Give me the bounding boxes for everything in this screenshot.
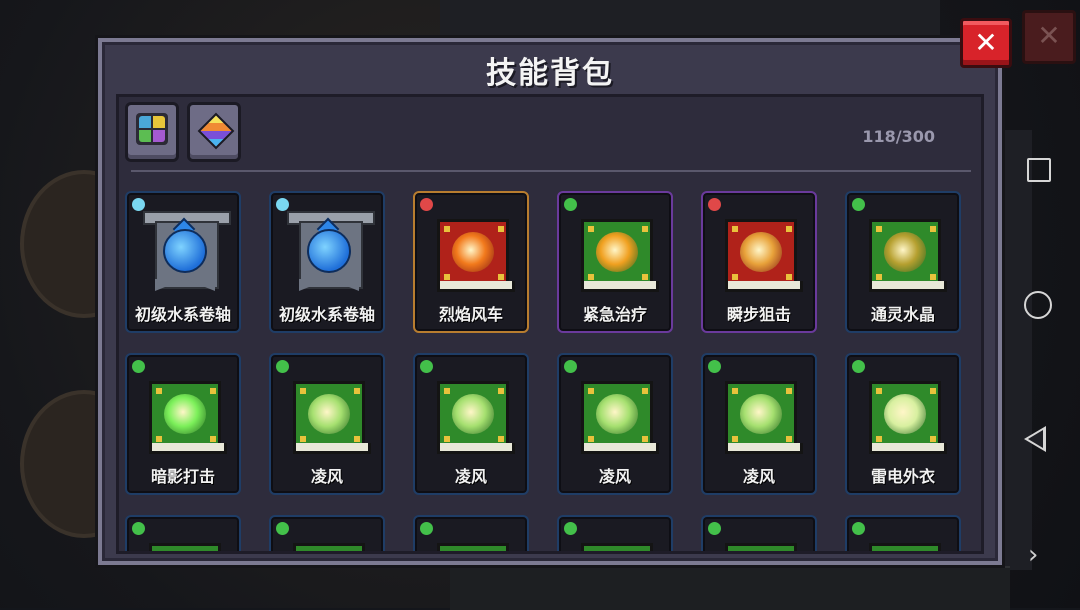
- back-icon[interactable]: [1024, 426, 1046, 452]
- skill-card[interactable]: [845, 515, 961, 551]
- skill-book-icon: [581, 373, 659, 454]
- grid-icon: [136, 113, 168, 145]
- skill-name: 烈焰风车: [438, 305, 503, 324]
- skill-card[interactable]: [269, 515, 385, 551]
- skill-book-icon: [581, 543, 653, 551]
- skill-book-icon: [149, 373, 227, 454]
- skill-card[interactable]: 雷电外衣: [845, 353, 961, 495]
- skill-book-icon: [725, 543, 797, 551]
- rarity-badge-icon: [562, 196, 579, 213]
- skill-book-icon: [293, 373, 371, 454]
- rarity-badge-icon: [130, 358, 147, 375]
- skill-book-icon: [437, 211, 515, 292]
- skill-name: 暗影打击: [150, 467, 215, 486]
- skill-list-area: 118/300 初级水系卷轴 初级水系卷轴 烈焰风车 紧急治疗 瞬步狙击 通灵水晶暗影打击…: [116, 94, 984, 554]
- skill-card[interactable]: 紧急治疗: [557, 191, 673, 333]
- rarity-badge-icon: [706, 520, 723, 537]
- skill-card[interactable]: 初级水系卷轴: [125, 191, 241, 333]
- skill-name: 瞬步狙击: [726, 305, 791, 324]
- skill-card[interactable]: [125, 515, 241, 551]
- background-close-button: ✕: [1022, 10, 1076, 64]
- skill-name: 初级水系卷轴: [134, 305, 231, 324]
- rarity-badge-icon: [562, 358, 579, 375]
- skill-name: 凌风: [454, 467, 487, 486]
- recent-apps-icon[interactable]: [1027, 158, 1051, 182]
- skill-bag-panel: 技能背包 118/300 初级水系卷轴 初级水系卷轴 烈焰风车 紧急治疗 瞬步狙击 通灵水…: [98, 38, 1002, 565]
- skill-card[interactable]: 凌风: [557, 353, 673, 495]
- skill-book-icon: [725, 373, 803, 454]
- skill-card[interactable]: 凌风: [701, 353, 817, 495]
- skill-card[interactable]: [557, 515, 673, 551]
- skill-book-icon: [581, 211, 659, 292]
- background-resource-bar: [440, 0, 940, 38]
- skill-name: 初级水系卷轴: [278, 305, 375, 324]
- skill-book-icon: [869, 543, 941, 551]
- rarity-badge-icon: [274, 520, 291, 537]
- home-icon[interactable]: [1024, 291, 1052, 319]
- rarity-badge-icon: [418, 196, 435, 213]
- rarity-filter-button[interactable]: [187, 102, 241, 162]
- skill-book-icon: [437, 543, 509, 551]
- gem-icon: [197, 112, 235, 150]
- skill-book-icon: [869, 373, 947, 454]
- rarity-badge-icon: [706, 196, 723, 213]
- skill-card[interactable]: [413, 515, 529, 551]
- close-button[interactable]: ✕: [960, 18, 1012, 68]
- skill-name: 雷电外衣: [870, 467, 935, 486]
- skill-book-icon: [437, 373, 515, 454]
- skill-card[interactable]: [701, 515, 817, 551]
- water-scroll-icon: [143, 211, 231, 291]
- bag-capacity: 118/300: [862, 127, 935, 146]
- skill-card[interactable]: 通灵水晶: [845, 191, 961, 333]
- category-filter-button[interactable]: [125, 102, 179, 162]
- background-side-panel: [1000, 130, 1032, 570]
- close-icon: ✕: [974, 26, 998, 59]
- skill-card[interactable]: 凌风: [413, 353, 529, 495]
- skill-card[interactable]: 凌风: [269, 353, 385, 495]
- chevron-right-icon[interactable]: ›: [1028, 540, 1038, 570]
- background-bottom-bar: [450, 566, 1010, 610]
- rarity-badge-icon: [418, 358, 435, 375]
- skill-name: 凌风: [310, 467, 343, 486]
- skill-card[interactable]: 初级水系卷轴: [269, 191, 385, 333]
- skill-name: 紧急治疗: [582, 305, 647, 324]
- skill-name: 凌风: [598, 467, 631, 486]
- divider: [131, 170, 971, 172]
- skill-book-icon: [725, 211, 803, 292]
- water-scroll-icon: [287, 211, 375, 291]
- skill-name: 凌风: [742, 467, 775, 486]
- skill-book-icon: [869, 211, 947, 292]
- rarity-badge-icon: [274, 358, 291, 375]
- rarity-badge-icon: [850, 520, 867, 537]
- rarity-badge-icon: [850, 358, 867, 375]
- rarity-badge-icon: [706, 358, 723, 375]
- rarity-badge-icon: [850, 196, 867, 213]
- skill-card[interactable]: 瞬步狙击: [701, 191, 817, 333]
- rarity-badge-icon: [562, 520, 579, 537]
- skill-book-icon: [293, 543, 365, 551]
- skill-name: 通灵水晶: [870, 305, 935, 324]
- rarity-badge-icon: [418, 520, 435, 537]
- skill-card[interactable]: 烈焰风车: [413, 191, 529, 333]
- panel-title: 技能背包: [486, 56, 614, 91]
- skill-card[interactable]: 暗影打击: [125, 353, 241, 495]
- rarity-badge-icon: [130, 520, 147, 537]
- skill-book-icon: [149, 543, 221, 551]
